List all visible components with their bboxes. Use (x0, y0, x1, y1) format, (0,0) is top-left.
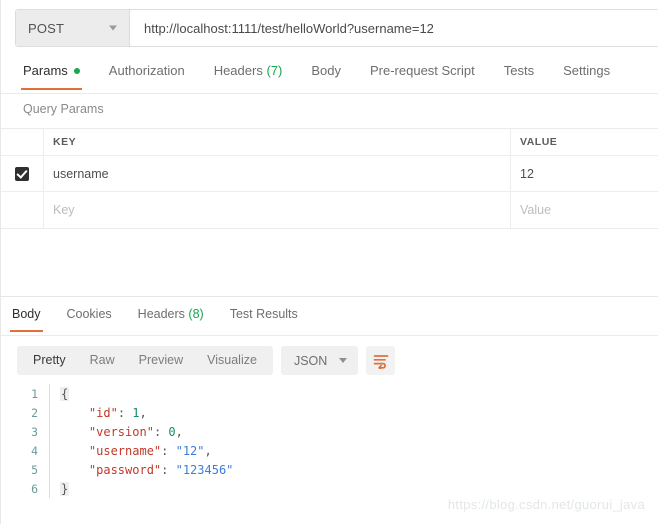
code-line-text: "version": 0, (88, 424, 183, 439)
code-line: 4 "username": "12", (1, 441, 658, 460)
tab-authorization[interactable]: Authorization (109, 62, 185, 90)
param-enabled-checkbox[interactable] (15, 166, 29, 181)
row-checkbox-cell (1, 156, 44, 191)
postman-window: POST http://localhost:1111/test/helloWor… (0, 0, 658, 524)
tab-settings[interactable]: Settings (563, 62, 610, 90)
line-number: 5 (31, 462, 38, 477)
tab-pre-request-script-label: Pre-request Script (369, 63, 475, 78)
http-method-dropdown[interactable]: POST (16, 10, 130, 46)
new-param-value-placeholder: Value (520, 203, 552, 217)
format-raw-button[interactable]: Raw (78, 346, 127, 375)
table-row: username 12 (1, 156, 658, 192)
fold-guide (49, 422, 60, 441)
header-checkbox-cell (1, 129, 44, 155)
line-number: 6 (31, 481, 38, 496)
tab-tests-label: Tests (503, 63, 535, 78)
response-tab-cookies[interactable]: Cookies (67, 306, 112, 332)
pane-divider[interactable] (1, 296, 658, 297)
tab-authorization-label: Authorization (108, 63, 185, 78)
request-tab-bar: Params Authorization Headers (7) Body Pr… (1, 62, 658, 94)
tab-params[interactable]: Params (21, 62, 82, 90)
response-tab-bar: Body Cookies Headers (8) Test Results (1, 306, 658, 336)
code-line-text: "id": 1, (88, 405, 147, 420)
response-tab-headers-count: (8) (188, 307, 204, 321)
code-line-text: { (60, 386, 70, 401)
code-line-text: } (60, 481, 70, 496)
tab-headers-label: Headers (213, 63, 263, 78)
tab-headers[interactable]: Headers (7) (214, 62, 283, 90)
tab-tests[interactable]: Tests (504, 62, 534, 90)
watermark: https://blog.csdn.net/guorui_java (447, 497, 645, 512)
response-format-toolbar: Pretty Raw Preview Visualize JSON (17, 346, 396, 375)
fold-guide (49, 384, 60, 403)
format-preview-button[interactable]: Preview (127, 346, 195, 375)
params-modified-dot-icon (73, 68, 80, 74)
wrap-lines-icon (373, 354, 389, 369)
response-tab-body-label: Body (12, 307, 41, 321)
tab-settings-label: Settings (563, 63, 611, 78)
tab-body-label: Body (311, 63, 341, 78)
wrap-lines-button[interactable] (366, 346, 396, 375)
fold-guide (49, 403, 60, 422)
row-checkbox-cell-empty (1, 192, 44, 228)
code-line: 1{ (1, 384, 658, 403)
code-line: 5 "password": "123456" (1, 460, 658, 479)
response-tab-test-results-label: Test Results (229, 307, 298, 321)
format-pretty-button[interactable]: Pretty (21, 346, 78, 375)
new-param-key-placeholder: Key (53, 203, 75, 217)
code-line: 6} (1, 479, 658, 498)
response-language-label: JSON (293, 353, 328, 368)
response-tab-headers[interactable]: Headers (8) (138, 306, 204, 332)
line-number: 2 (31, 405, 38, 420)
line-number: 1 (31, 386, 38, 401)
header-value-cell: VALUE (520, 136, 558, 148)
code-line: 3 "version": 0, (1, 422, 658, 441)
code-line: 2 "id": 1, (1, 403, 658, 422)
table-header-row: KEY VALUE (1, 129, 658, 156)
param-value-value: 12 (520, 166, 534, 181)
table-row: Key Value (1, 192, 658, 228)
request-url-bar: POST http://localhost:1111/test/helloWor… (15, 9, 658, 47)
code-line-text: "username": "12", (88, 443, 212, 458)
format-visualize-button[interactable]: Visualize (195, 346, 269, 375)
row-key-cell[interactable]: username (44, 156, 511, 191)
code-line-text: "password": "123456" (88, 462, 234, 477)
line-number: 4 (31, 443, 38, 458)
line-number: 3 (31, 424, 38, 439)
tab-body[interactable]: Body (311, 62, 341, 90)
http-method-label: POST (28, 20, 65, 36)
tab-headers-count: (7) (266, 63, 283, 78)
response-tab-headers-label: Headers (137, 307, 185, 321)
chevron-down-icon (339, 358, 348, 363)
new-param-value-input[interactable]: Value (511, 192, 658, 228)
query-params-title: Query Params (23, 102, 104, 116)
chevron-down-icon (109, 25, 117, 31)
tab-pre-request-script[interactable]: Pre-request Script (370, 62, 475, 90)
tab-params-label: Params (23, 63, 68, 78)
format-segmented-control: Pretty Raw Preview Visualize (17, 346, 273, 375)
response-tab-cookies-label: Cookies (66, 307, 112, 321)
fold-guide (49, 441, 60, 460)
query-params-table: KEY VALUE username 12 Key Value (1, 128, 658, 229)
new-param-key-input[interactable]: Key (44, 192, 511, 228)
row-value-cell[interactable]: 12 (511, 156, 658, 191)
param-key-value: username (53, 166, 109, 181)
response-tab-test-results[interactable]: Test Results (230, 306, 298, 332)
url-input[interactable]: http://localhost:1111/test/helloWorld?us… (130, 10, 658, 46)
response-tab-body[interactable]: Body (10, 306, 42, 332)
response-language-dropdown[interactable]: JSON (280, 346, 359, 375)
response-body-code[interactable]: 1{2 "id": 1, 3 "version": 0, 4 "username":… (1, 384, 658, 509)
fold-guide (49, 460, 60, 479)
header-key-cell: KEY (44, 129, 511, 155)
url-text: http://localhost:1111/test/helloWorld?us… (144, 20, 434, 36)
fold-guide (49, 479, 60, 498)
